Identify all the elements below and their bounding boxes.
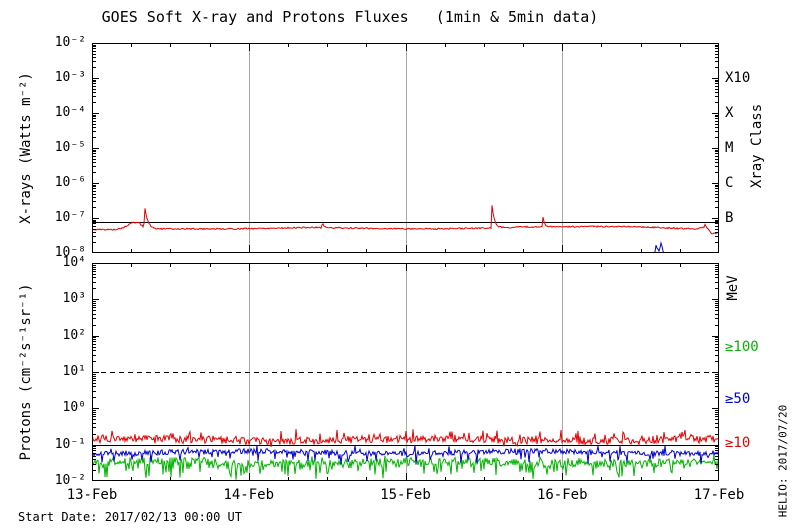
- y-tick-label: 10⁰: [62, 400, 86, 416]
- y-tick-label: 10⁻³: [54, 70, 86, 85]
- right-axis-tick-label: ≥10: [725, 434, 751, 451]
- y-tick-label: 10⁻⁵: [54, 140, 86, 155]
- right-axis-tick-label: B: [725, 210, 734, 226]
- chart-title: GOES Soft X-ray and Protons Fluxes (1min…: [101, 8, 599, 26]
- y-tick-label: 10⁻⁷: [54, 210, 86, 225]
- xray-panel-plot: [92, 43, 719, 253]
- right-axis-tick-label: M: [725, 140, 734, 156]
- right-axis-tick-label: X10: [725, 70, 751, 86]
- x-tick-label: 17-Feb: [693, 487, 745, 503]
- y-tick-label: 10⁻⁴: [54, 105, 86, 120]
- right-axis-tick-label: ≥50: [725, 391, 751, 408]
- goes-flux-chart: GOES Soft X-ray and Protons Fluxes (1min…: [0, 0, 800, 530]
- protons-panel-plot: [92, 263, 719, 481]
- y-tick-label: 10²: [62, 327, 86, 343]
- right-axis-tick-label: ≥100: [725, 338, 759, 355]
- start-date-label: Start Date: 2017/02/13 00:00 UT: [18, 510, 242, 524]
- y-tick-label: 10³: [62, 291, 86, 307]
- right-axis-tick-label: X: [725, 105, 734, 121]
- y-tick-label: 10¹: [62, 364, 86, 379]
- y-tick-label: 10⁻²: [54, 35, 86, 50]
- mev-axis-label: MeV: [725, 275, 741, 301]
- y-tick-label: 10⁻¹: [54, 436, 86, 452]
- xray-class-axis-label: Xray Class: [749, 103, 765, 189]
- right-axis-tick-label: C: [725, 175, 734, 191]
- x-tick-label: 14-Feb: [223, 487, 275, 503]
- y-tick-label: 10⁻⁶: [54, 175, 86, 190]
- y-tick-label: 10⁴: [62, 255, 86, 270]
- x-tick-label: 15-Feb: [380, 487, 431, 503]
- x-tick-label: 16-Feb: [536, 487, 588, 503]
- x-tick-label: 13-Feb: [66, 487, 118, 503]
- helio-credit: HELIO: 2017/07/20: [776, 404, 790, 518]
